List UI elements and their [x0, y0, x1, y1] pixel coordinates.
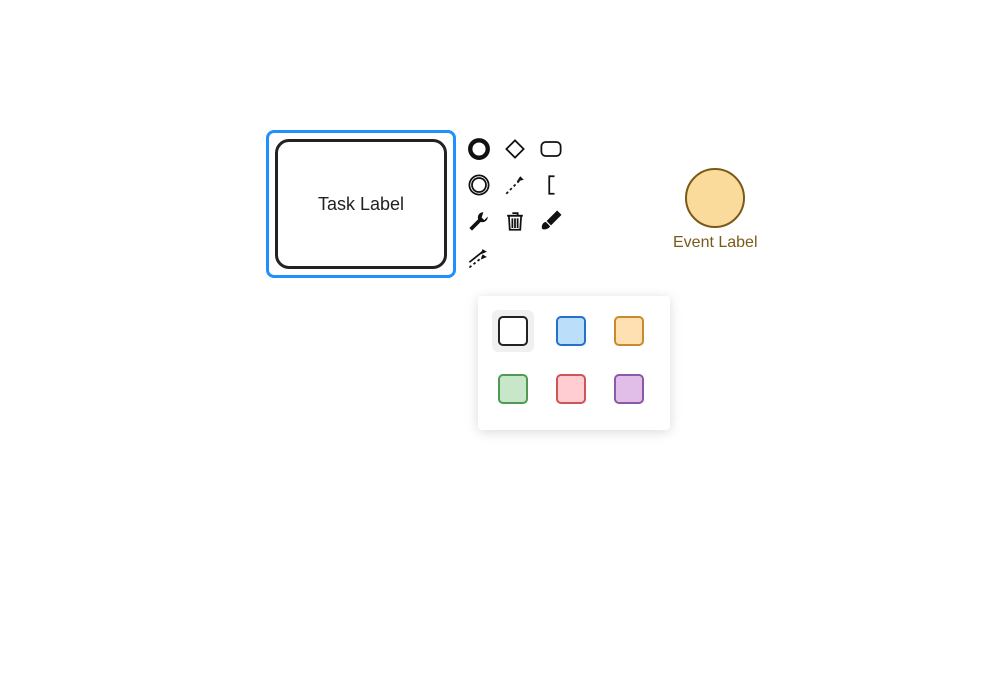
color-swatch-inner	[498, 374, 528, 404]
circle-thick-icon	[465, 135, 493, 163]
color-swatch-inner	[556, 316, 586, 346]
event-label: Event Label	[673, 234, 758, 252]
color-swatch-3[interactable]	[492, 368, 534, 410]
color-swatch-5[interactable]	[608, 368, 650, 410]
color-picker-popup	[478, 296, 670, 430]
double-circle-icon	[465, 171, 493, 199]
dotted-arrow-icon	[501, 171, 529, 199]
color-swatch-1[interactable]	[550, 310, 592, 352]
connect-sequence-button[interactable]	[462, 240, 496, 274]
diagram-canvas[interactable]: Task Label Event Label	[0, 0, 997, 679]
append-start-event-button[interactable]	[462, 132, 496, 166]
task-label: Task Label	[318, 194, 404, 215]
event-node[interactable]: Event Label	[673, 168, 758, 252]
bracket-icon	[537, 171, 565, 199]
append-end-event-button[interactable]	[462, 168, 496, 202]
diamond-icon	[501, 135, 529, 163]
delete-button[interactable]	[498, 204, 532, 238]
set-color-button[interactable]	[534, 204, 568, 238]
append-annotation-button[interactable]	[534, 168, 568, 202]
color-swatch-inner	[614, 316, 644, 346]
append-task-button[interactable]	[534, 132, 568, 166]
context-pad	[462, 132, 568, 274]
color-swatch-inner	[614, 374, 644, 404]
trash-icon	[501, 207, 529, 235]
color-swatch-0[interactable]	[492, 310, 534, 352]
color-swatch-inner	[498, 316, 528, 346]
paint-brush-icon	[537, 207, 565, 235]
double-arrow-icon	[465, 243, 493, 271]
connect-message-button[interactable]	[498, 168, 532, 202]
color-swatch-4[interactable]	[550, 368, 592, 410]
rounded-rect-icon	[537, 135, 565, 163]
wrench-icon	[465, 207, 493, 235]
task-node[interactable]: Task Label	[266, 130, 456, 278]
append-gateway-button[interactable]	[498, 132, 532, 166]
event-circle	[685, 168, 745, 228]
task-node-inner: Task Label	[275, 139, 447, 269]
color-swatch-inner	[556, 374, 586, 404]
color-swatch-2[interactable]	[608, 310, 650, 352]
change-type-button[interactable]	[462, 204, 496, 238]
